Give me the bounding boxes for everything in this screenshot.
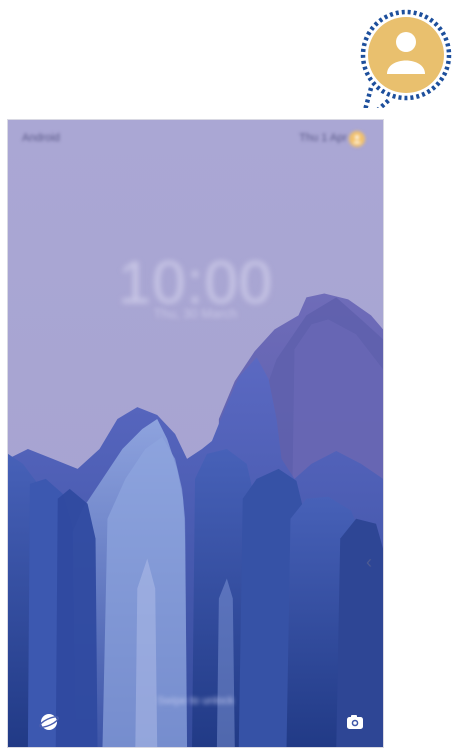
carrier-label: Android (22, 132, 60, 144)
status-date: Thu 1 Apr (299, 132, 347, 144)
lock-date: Thu, 30 March (153, 306, 238, 321)
internet-icon (39, 714, 59, 730)
camera-shortcut-button[interactable] (341, 708, 369, 736)
profile-callout (360, 9, 452, 108)
status-bar: Android Thu 1 Apr (8, 128, 383, 148)
camera-icon (347, 715, 363, 729)
edge-panel-handle-icon[interactable]: ‹ (366, 552, 372, 573)
user-icon[interactable] (349, 131, 365, 147)
lock-screen[interactable]: Android Thu 1 Apr 10:00 Thu, 30 March ‹ … (7, 119, 384, 748)
internet-shortcut-button[interactable] (35, 708, 63, 736)
wallpaper (8, 120, 383, 747)
unlock-hint: Swipe to unlock (156, 695, 235, 707)
